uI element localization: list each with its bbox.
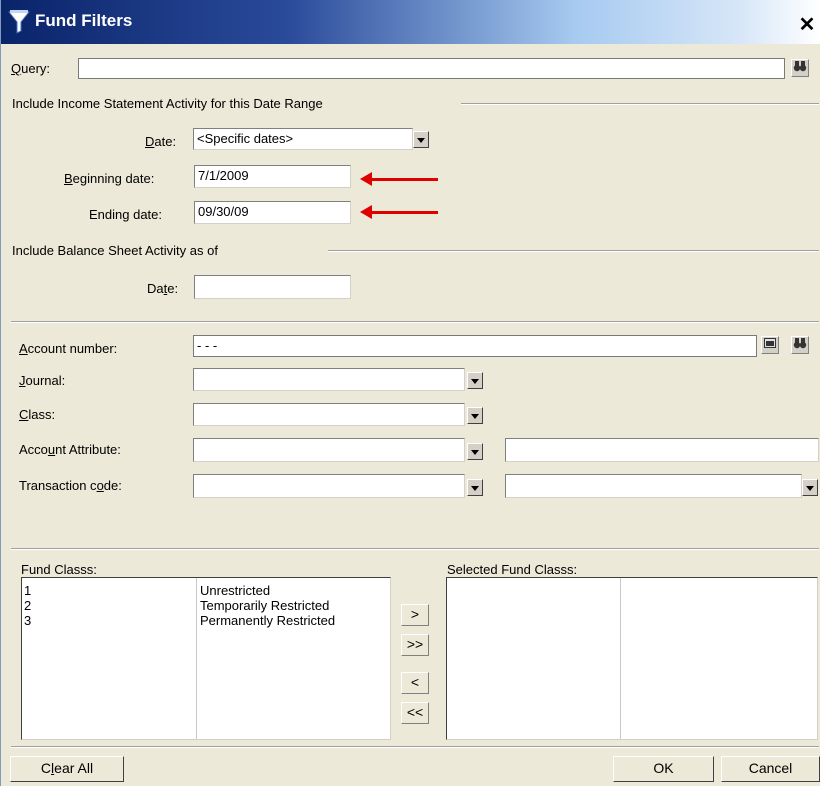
- column-divider: [196, 578, 197, 739]
- window-title: Fund Filters: [35, 11, 133, 30]
- beginning-date-input[interactable]: 7/1/2009: [194, 165, 351, 188]
- list-item[interactable]: 1: [24, 583, 31, 598]
- account-number-input[interactable]: - - -: [193, 335, 757, 357]
- title-bar: Fund Filters ✕: [1, 0, 820, 44]
- fund-classes-label: Fund Classs:: [21, 562, 97, 577]
- ok-button[interactable]: OK: [613, 756, 714, 782]
- list-item-name[interactable]: Unrestricted: [200, 583, 270, 598]
- chevron-down-icon[interactable]: [467, 407, 483, 424]
- transaction-code-label: Transaction code:: [19, 478, 122, 493]
- list-item[interactable]: 3: [24, 613, 31, 628]
- group-divider: [328, 250, 819, 252]
- selected-fund-classes-list[interactable]: [446, 577, 818, 740]
- clear-all-button[interactable]: Clear All: [10, 756, 124, 782]
- group-divider: [461, 103, 819, 105]
- class-select[interactable]: [193, 403, 465, 426]
- fund-filters-dialog: Fund Filters ✕ Query: Include Income Sta…: [0, 0, 820, 786]
- balance-date-label: Date:: [147, 281, 179, 296]
- list-item-name[interactable]: Temporarily Restricted: [200, 598, 329, 613]
- close-button[interactable]: ✕: [795, 14, 819, 38]
- fund-classes-list[interactable]: 1 Unrestricted 2 Temporarily Restricted …: [21, 577, 391, 740]
- account-binoculars-icon[interactable]: [791, 336, 809, 354]
- ending-date-input[interactable]: 09/30/09: [194, 201, 351, 224]
- transaction-code-select-2[interactable]: [505, 474, 802, 498]
- selected-fund-classes-label: Selected Fund Classs:: [447, 562, 578, 577]
- date-label: Date:: [145, 134, 177, 149]
- journal-label: Journal:: [19, 373, 66, 388]
- lookup-icon[interactable]: [761, 336, 779, 354]
- ending-date-label: Ending date:: [89, 207, 163, 222]
- class-label: Class:: [19, 407, 56, 422]
- column-divider: [620, 578, 621, 739]
- section-divider: [11, 548, 819, 550]
- beginning-date-label: Beginning date:: [64, 171, 155, 186]
- list-item[interactable]: 2: [24, 598, 31, 613]
- annotation-arrow: [360, 172, 438, 186]
- chevron-down-icon[interactable]: [467, 372, 483, 389]
- chevron-down-icon[interactable]: [467, 479, 483, 496]
- section-divider: [11, 746, 819, 748]
- remove-all-button[interactable]: <<: [401, 702, 429, 724]
- journal-select[interactable]: [193, 368, 465, 391]
- query-label: Query:: [11, 61, 51, 76]
- income-group-label: Include Income Statement Activity for th…: [12, 96, 323, 111]
- query-binoculars-icon[interactable]: [791, 59, 809, 77]
- balance-date-input[interactable]: [194, 275, 351, 299]
- remove-button[interactable]: <: [401, 672, 429, 694]
- add-button[interactable]: >: [401, 604, 429, 626]
- query-input[interactable]: [78, 58, 785, 79]
- chevron-down-icon[interactable]: [802, 479, 818, 496]
- transaction-code-select[interactable]: [193, 474, 465, 498]
- account-attribute-select[interactable]: [193, 438, 465, 462]
- list-item-name[interactable]: Permanently Restricted: [200, 613, 335, 628]
- balance-group-label: Include Balance Sheet Activity as of: [12, 243, 218, 258]
- chevron-down-icon[interactable]: [413, 131, 429, 148]
- account-number-label: Account number:: [19, 341, 118, 356]
- filter-funnel-icon: [7, 10, 31, 34]
- account-attribute-value-input[interactable]: [505, 438, 819, 462]
- account-attribute-label: Account Attribute:: [19, 442, 121, 457]
- annotation-arrow: [360, 205, 438, 219]
- section-divider: [11, 321, 819, 323]
- chevron-down-icon[interactable]: [467, 443, 483, 460]
- add-all-button[interactable]: >>: [401, 634, 429, 656]
- cancel-button[interactable]: Cancel: [721, 756, 820, 782]
- date-select[interactable]: <Specific dates>: [193, 128, 413, 150]
